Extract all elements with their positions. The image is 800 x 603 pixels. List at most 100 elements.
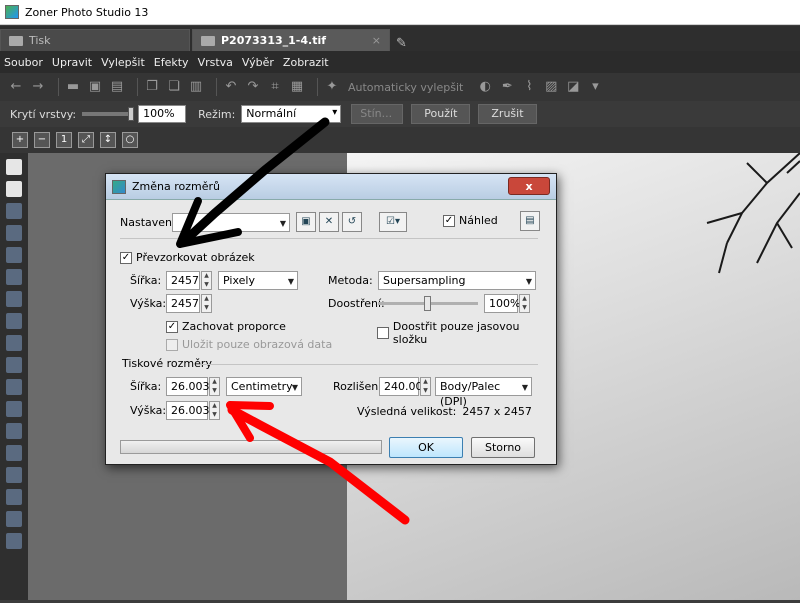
preset-menu-icon[interactable]: ☑▾ bbox=[379, 212, 407, 232]
dialog-close-button[interactable]: x bbox=[508, 177, 550, 195]
hand-tool-icon[interactable] bbox=[6, 181, 22, 197]
fit-to-window-icon[interactable]: ⤢ bbox=[78, 132, 94, 148]
sharpen-label: Doostření: bbox=[328, 297, 385, 310]
delete-preset-icon[interactable]: ✕ bbox=[319, 212, 339, 232]
color-tool-icon[interactable] bbox=[6, 401, 22, 417]
pixel-unit-select[interactable]: Pixely bbox=[218, 271, 298, 290]
menu-file[interactable]: Soubor bbox=[4, 56, 43, 69]
print-width-input[interactable]: 26.003 bbox=[166, 377, 210, 396]
zoom-out-icon[interactable]: − bbox=[34, 132, 50, 148]
save-only-checkbox[interactable] bbox=[166, 338, 178, 351]
blend-mode-select[interactable]: Normální bbox=[241, 105, 342, 123]
apply-button[interactable]: Použít bbox=[411, 104, 471, 124]
copy-icon[interactable]: ❐ bbox=[144, 79, 160, 95]
sharpen-slider[interactable] bbox=[378, 296, 478, 311]
back-icon[interactable]: ← bbox=[8, 79, 24, 95]
save-preset-icon[interactable]: ▣ bbox=[296, 212, 316, 232]
eraser-tool-icon[interactable] bbox=[6, 467, 22, 483]
effects-tool-icon[interactable] bbox=[6, 291, 22, 307]
levels-icon[interactable]: ◐ bbox=[477, 79, 493, 95]
zoom-tool-icon[interactable]: ○ bbox=[122, 132, 138, 148]
lasso-tool-icon[interactable] bbox=[6, 533, 22, 549]
straighten-tool-icon[interactable] bbox=[6, 225, 22, 241]
keep-ratio-checkbox[interactable]: ✓ bbox=[166, 320, 178, 333]
menu-view[interactable]: Zobrazit bbox=[283, 56, 329, 69]
resolution-input[interactable]: 240.000 bbox=[379, 377, 430, 396]
sharpen-input[interactable]: 100% bbox=[484, 294, 520, 313]
actual-size-icon[interactable]: 1 bbox=[56, 132, 72, 148]
height-stepper[interactable]: ▲ ▼ bbox=[201, 294, 212, 313]
clone-stamp-tool-icon[interactable] bbox=[6, 335, 22, 351]
red-eye-tool-icon[interactable] bbox=[6, 313, 22, 329]
pen-icon[interactable]: ✒ bbox=[499, 79, 515, 95]
menu-selection[interactable]: Výběr bbox=[242, 56, 274, 69]
sharpen-luma-row: Doostřit pouze jasovou složku bbox=[377, 320, 556, 346]
redo-icon[interactable]: ↷ bbox=[245, 79, 261, 95]
menu-enhance[interactable]: Vylepšit bbox=[101, 56, 145, 69]
width-input[interactable]: 2457 bbox=[166, 271, 200, 290]
tab-print[interactable]: Tisk bbox=[0, 29, 190, 51]
layout-toggle-icon[interactable]: ▤ bbox=[520, 211, 540, 231]
print-unit-select[interactable]: Centimetry bbox=[226, 377, 302, 396]
width-stepper[interactable]: ▲ ▼ bbox=[201, 271, 212, 290]
resolution-unit-select[interactable]: Body/Palec (DPI) bbox=[435, 377, 532, 408]
sharpen-luma-checkbox[interactable] bbox=[377, 327, 389, 339]
print-height-stepper[interactable]: ▲ ▼ bbox=[209, 401, 220, 420]
print-width-stepper[interactable]: ▲ ▼ bbox=[209, 377, 220, 396]
crop-icon[interactable]: ⌗ bbox=[267, 79, 283, 95]
magnifier-tool-icon[interactable] bbox=[6, 159, 22, 175]
cancel-button[interactable]: Zrušit bbox=[478, 104, 537, 124]
auto-enhance-button[interactable]: Automaticky vylepšit bbox=[348, 81, 463, 94]
more-tools-icon[interactable]: ▾ bbox=[587, 79, 603, 95]
crop-tool-icon[interactable] bbox=[6, 203, 22, 219]
brush-icon[interactable]: ⌇ bbox=[521, 79, 537, 95]
opacity-slider-knob[interactable] bbox=[128, 107, 135, 121]
zoom-in-icon[interactable]: + bbox=[12, 132, 28, 148]
opacity-input[interactable]: 100% bbox=[138, 105, 187, 123]
edit-icon bbox=[201, 35, 215, 46]
cancel-dialog-button[interactable]: Storno bbox=[471, 437, 535, 458]
settings-select[interactable] bbox=[172, 212, 290, 232]
frame-tool-icon[interactable] bbox=[6, 269, 22, 285]
save-icon[interactable]: ▣ bbox=[87, 79, 103, 95]
filter-icon[interactable]: ◪ bbox=[565, 79, 581, 95]
tab-image-editor[interactable]: P2073313_1-4.tif × bbox=[192, 29, 390, 51]
paste-icon[interactable]: ❏ bbox=[166, 79, 182, 95]
new-edit-tab-icon[interactable]: ✎ bbox=[396, 36, 407, 51]
undo-icon[interactable]: ↶ bbox=[223, 79, 239, 95]
sharpen-slider-knob[interactable] bbox=[424, 296, 431, 311]
resolution-stepper[interactable]: ▲ ▼ bbox=[420, 377, 431, 396]
healing-tool-icon[interactable] bbox=[6, 357, 22, 373]
menu-layer[interactable]: Vrstva bbox=[198, 56, 233, 69]
menu-effects[interactable]: Efekty bbox=[154, 56, 189, 69]
perspective-tool-icon[interactable] bbox=[6, 247, 22, 263]
method-select[interactable]: Supersampling bbox=[378, 271, 536, 290]
opacity-label: Krytí vrstvy: bbox=[10, 107, 77, 121]
resample-checkbox[interactable]: ✓ bbox=[120, 251, 132, 264]
rect-select-tool-icon[interactable] bbox=[6, 489, 22, 505]
opacity-slider[interactable] bbox=[82, 107, 135, 121]
tab-close-button[interactable]: × bbox=[372, 34, 381, 47]
menu-edit[interactable]: Upravit bbox=[52, 56, 92, 69]
transform-icon[interactable]: ▦ bbox=[289, 79, 305, 95]
sharpen-stepper[interactable]: ▲ ▼ bbox=[519, 294, 530, 313]
retouch-tool-icon[interactable] bbox=[6, 379, 22, 395]
reset-preset-icon[interactable]: ↺ bbox=[342, 212, 362, 232]
forward-icon[interactable]: → bbox=[30, 79, 46, 95]
clipboard-icon[interactable]: ▥ bbox=[188, 79, 204, 95]
tab-header: P2073313_1-4.tif bbox=[201, 34, 326, 47]
height-input[interactable]: 2457 bbox=[166, 294, 200, 313]
folder-icon bbox=[9, 35, 23, 46]
print-height-input[interactable]: 26.003 bbox=[166, 401, 210, 420]
ellipse-select-tool-icon[interactable] bbox=[6, 511, 22, 527]
fit-height-icon[interactable]: ↕ bbox=[100, 132, 116, 148]
open-folder-icon[interactable]: ▬ bbox=[65, 79, 81, 95]
print-icon[interactable]: ▤ bbox=[109, 79, 125, 95]
fill-tool-icon[interactable] bbox=[6, 445, 22, 461]
wand-icon[interactable]: ✦ bbox=[324, 79, 340, 95]
image-icon[interactable]: ▨ bbox=[543, 79, 559, 95]
preview-checkbox[interactable]: ✓ bbox=[443, 214, 455, 227]
brush-tool-icon[interactable] bbox=[6, 423, 22, 439]
shadow-button[interactable]: Stín... bbox=[351, 104, 404, 124]
ok-button[interactable]: OK bbox=[389, 437, 463, 458]
